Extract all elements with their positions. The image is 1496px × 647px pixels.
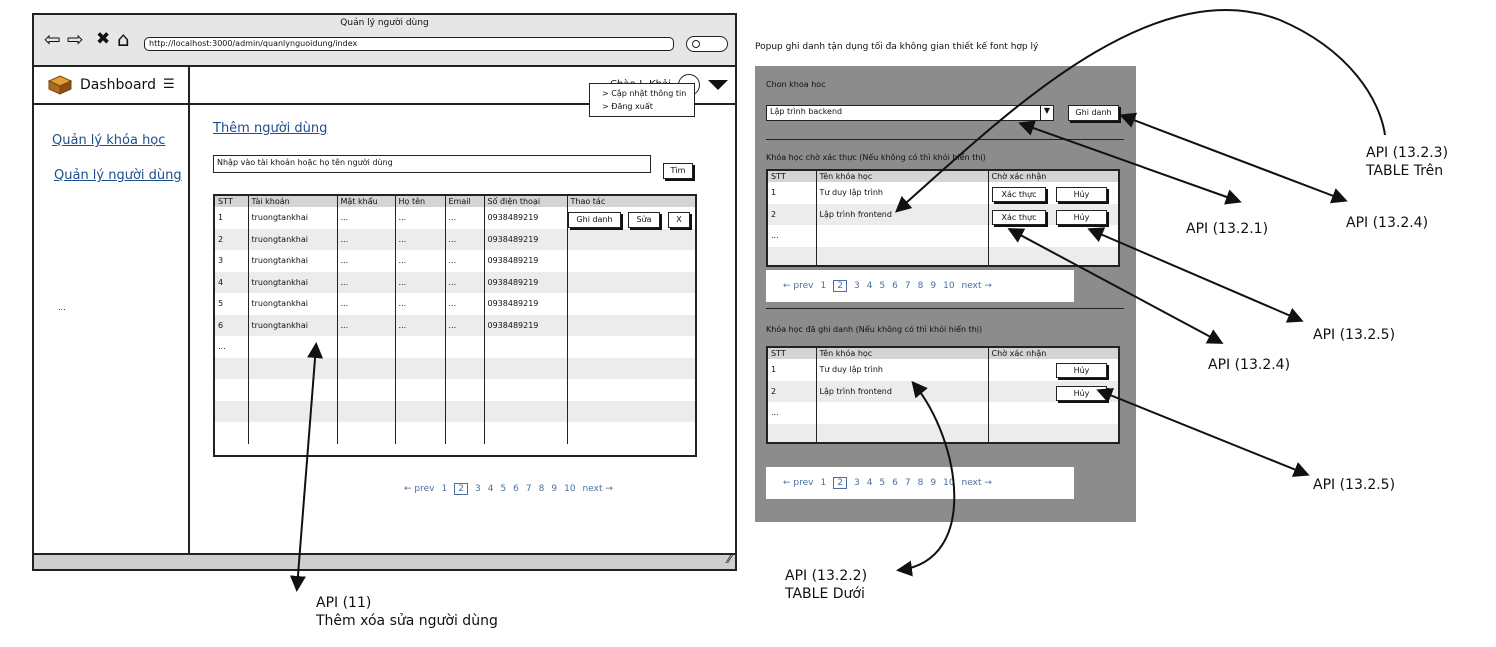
arrow-api-1324: [1007, 228, 1224, 344]
annotation-desc: Thêm xóa sửa người dùng: [316, 613, 498, 629]
arrow-api-1322: [896, 380, 956, 577]
annotation-api-1325-top: API (13.2.5): [1313, 327, 1396, 343]
arrow-api-1324-top: [1119, 112, 1348, 204]
annotation-label: API (11): [316, 595, 372, 611]
annotation-api-1321: API (13.2.1): [1186, 221, 1269, 237]
annotation-api-1325-bottom: API (13.2.5): [1313, 477, 1396, 493]
annotation-api-11: API (11) Thêm xóa sửa người dùng: [316, 594, 498, 630]
arrow-api-1323: [895, 9, 1386, 213]
annotation-label: API (13.2.2): [785, 568, 868, 584]
annotation-arrows: [289, 9, 1386, 592]
annotation-api-1324-top: API (13.2.4): [1346, 215, 1429, 231]
annotation-desc: TABLE Trên: [1366, 163, 1444, 179]
annotation-desc: TABLE Dưới: [785, 586, 865, 602]
arrow-api-1321: [1018, 120, 1242, 205]
annotation-api-1324: API (13.2.4): [1208, 357, 1291, 373]
arrow-api-1325-bottom: [1096, 388, 1310, 477]
arrow-api-1325-top: [1087, 227, 1304, 323]
annotation-api-1323: API (13.2.3) TABLE Trên: [1366, 144, 1448, 180]
arrow-api-11: [289, 342, 324, 592]
annotation-label: API (13.2.3): [1366, 145, 1449, 161]
annotation-api-1322: API (13.2.2) TABLE Dưới: [785, 567, 867, 603]
